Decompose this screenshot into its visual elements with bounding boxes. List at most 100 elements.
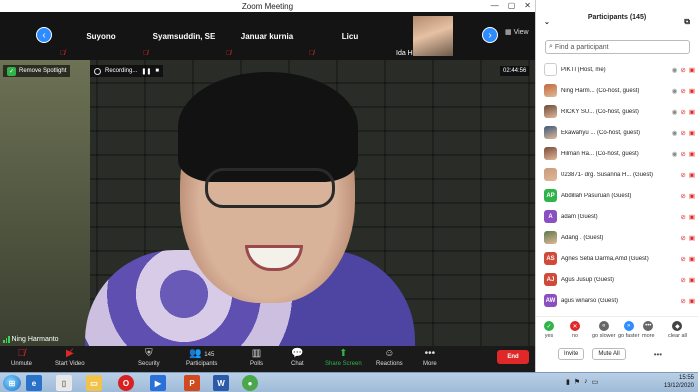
word-icon[interactable]: W (213, 375, 229, 391)
flag-icon[interactable]: ⚑ (574, 378, 580, 386)
reaction-label: more (642, 333, 655, 339)
file-icon[interactable]: ▯ (56, 375, 72, 391)
nonverbal-feedback-bar: ✓ yes ✕ no « go slower » go faster ••• more ◆ clear… (536, 316, 698, 346)
chat-button[interactable]: 💬 Chat (291, 348, 304, 367)
participants-count: 145 (204, 352, 215, 358)
minimize-icon[interactable]: — (491, 0, 499, 12)
avatar: A (544, 210, 557, 223)
view-label: View (513, 29, 529, 36)
participant-row[interactable]: Ekawahyu ... (Co-host, guest) ◉ ⊘ ▣ (536, 122, 698, 143)
thumbnail-name: Suyono (86, 31, 116, 41)
participant-status-icons: ◉ ⊘ ▣ (672, 129, 695, 137)
popout-icon[interactable]: ⧉ (684, 17, 690, 27)
participant-name: adam (Guest) (561, 213, 598, 220)
participant-row[interactable]: AJ Agus Jusup (Guest) ⊘ ▣ (536, 269, 698, 290)
reaction-label: clear all (668, 333, 687, 339)
participant-row[interactable]: Ning Harm... (Co-host, guest) ◉ ⊘ ▣ (536, 80, 698, 101)
pause-recording-icon[interactable]: ❚❚ (141, 68, 151, 75)
remove-spotlight-button[interactable]: ✓ Remove Spotlight (3, 65, 71, 77)
folder-icon[interactable]: ▭ (86, 375, 102, 391)
reaction-yes-button[interactable]: ✓ yes (544, 321, 554, 339)
video-off-icon: ▣ (688, 108, 695, 116)
polls-button[interactable]: ▥ Polls (250, 348, 263, 367)
participant-row[interactable]: RICKY SU... (Co-host, guest) ◉ ⊘ ▣ (536, 101, 698, 122)
security-button[interactable]: ⛨ Security (138, 348, 160, 367)
chevron-down-icon[interactable]: ⌄ (544, 18, 550, 26)
maximize-icon[interactable]: ▢ (508, 0, 516, 12)
mic-muted-icon: 🎙̸ (309, 50, 315, 57)
video-off-icon: ▣ (688, 192, 695, 200)
powerpoint-icon[interactable]: P (184, 375, 200, 391)
participant-name: agus winarso (Guest) (561, 297, 619, 304)
unmute-button[interactable]: 🎙̸ Unmute (11, 348, 32, 367)
chat-icon: 💬 (291, 348, 304, 359)
thumbnail-name: Januar kurnia (240, 31, 294, 41)
zoom-icon[interactable]: ▶ (150, 375, 166, 391)
clock-date: 13/12/2020 (663, 383, 694, 389)
more-button[interactable]: ••• More (423, 348, 437, 367)
mic-muted-icon: ⊘ (680, 213, 686, 221)
thumbnail[interactable]: Suyono 🎙̸ (58, 14, 144, 58)
chrome-icon[interactable]: ● (242, 375, 258, 391)
invite-button[interactable]: Invite (558, 348, 585, 360)
end-meeting-button[interactable]: End (497, 350, 529, 364)
participants-button[interactable]: 👥 145 Participants (186, 348, 217, 367)
stop-recording-icon[interactable]: ■ (155, 68, 159, 74)
mic-muted-icon: ⊘ (680, 108, 686, 116)
thumbnail[interactable]: Licu 🎙̸ (307, 14, 393, 58)
panel-header: ⌄ Participants (145) ⧉ (536, 0, 698, 34)
clock[interactable]: 15:55 13/12/2020 (664, 374, 694, 390)
avatar (544, 126, 557, 139)
participant-row[interactable]: 023871- drg. Susanna H... (Guest) ⊘ ▣ (536, 164, 698, 185)
zoom-window: Zoom Meeting — ▢ ✕ ‹ Suyono 🎙̸ Syamsuddi… (0, 0, 698, 392)
reaction-no-button[interactable]: ✕ no (570, 321, 580, 339)
opera-icon[interactable]: O (118, 375, 134, 391)
share-screen-button[interactable]: ⬆ Share Screen (325, 348, 362, 367)
participant-row[interactable]: Adang . (Guest) ⊘ ▣ (536, 227, 698, 248)
video-off-icon: ▣ (688, 234, 695, 242)
participant-row[interactable]: Aadam (Guest) ⊘ ▣ (536, 206, 698, 227)
meeting-timer: 02:44:56 (500, 66, 530, 76)
participant-row[interactable]: PIKTI (Host, me) ◉ ⊘ ▣ (536, 59, 698, 80)
close-icon[interactable]: ✕ (524, 0, 531, 12)
mic-muted-icon: 🎙̸ (143, 50, 149, 57)
reaction-go-faster-button[interactable]: » go faster (618, 321, 639, 339)
participant-photo-thumbnail[interactable] (413, 16, 453, 56)
avatar (544, 105, 557, 118)
participant-status-icons: ◉ ⊘ ▣ (672, 66, 695, 74)
mute-all-button[interactable]: Mute All (592, 348, 626, 360)
internet-explorer-icon[interactable]: e (26, 375, 42, 391)
reaction-more-button[interactable]: ••• more (642, 321, 655, 339)
mic-muted-icon: 🎙̸ (60, 50, 66, 57)
more-icon[interactable]: ••• (654, 350, 662, 359)
start-video-button[interactable]: ▶̸ Start Video (55, 348, 85, 367)
meeting-toolbar: 🎙̸ Unmute ▶̸ Start Video ⛨ Security 👥 14… (0, 346, 535, 372)
next-page-button[interactable]: › (482, 27, 498, 43)
volume-icon[interactable]: ♪ (584, 378, 588, 386)
battery-icon[interactable]: ▭ (592, 378, 599, 386)
participant-row[interactable]: Hilman Ra... (Co-host, guest) ◉ ⊘ ▣ (536, 143, 698, 164)
reactions-button[interactable]: ☺ Reactions (376, 348, 403, 367)
thumbnail[interactable]: Januar kurnia 🎙̸ (224, 14, 310, 58)
participant-search[interactable]: ⌕ Find a participant (545, 40, 690, 54)
participant-status-icons: ⊘ ▣ (680, 297, 695, 305)
participant-row[interactable]: AW agus winarso (Guest) ⊘ ▣ (536, 290, 698, 311)
participant-name: Ning Harm... (Co-host, guest) (561, 87, 640, 94)
participant-row[interactable]: AS Agnes Setia Darma,Amd (Guest) ⊘ ▣ (536, 248, 698, 269)
participant-status-icons: ⊘ ▣ (680, 171, 695, 179)
thumbnail-strip: ‹ Suyono 🎙̸ Syamsuddin, SE 🎙̸ Januar kur… (0, 12, 535, 60)
view-button[interactable]: ▦ View (505, 28, 529, 36)
reaction-clear-all-button[interactable]: ◆ clear all (668, 321, 687, 339)
share-screen-icon: ⬆ (339, 348, 348, 359)
prev-page-button[interactable]: ‹ (36, 27, 52, 43)
participant-row[interactable]: AP Abdillah Pasuruan (Guest) ⊘ ▣ (536, 185, 698, 206)
reaction-go-slower-button[interactable]: « go slower (592, 321, 616, 339)
reaction-icon: ✕ (570, 321, 580, 331)
thumbnail[interactable]: Syamsuddin, SE 🎙̸ (141, 14, 227, 58)
participant-list: PIKTI (Host, me) ◉ ⊘ ▣ Ning Harm... (Co-host… (536, 59, 698, 311)
network-icon[interactable]: ▮ (566, 378, 570, 386)
active-speaker-video (0, 60, 535, 346)
search-placeholder: Find a participant (554, 43, 609, 51)
participant-status-icons: ⊘ ▣ (680, 192, 695, 200)
start-button[interactable]: ⊞ (3, 375, 21, 391)
